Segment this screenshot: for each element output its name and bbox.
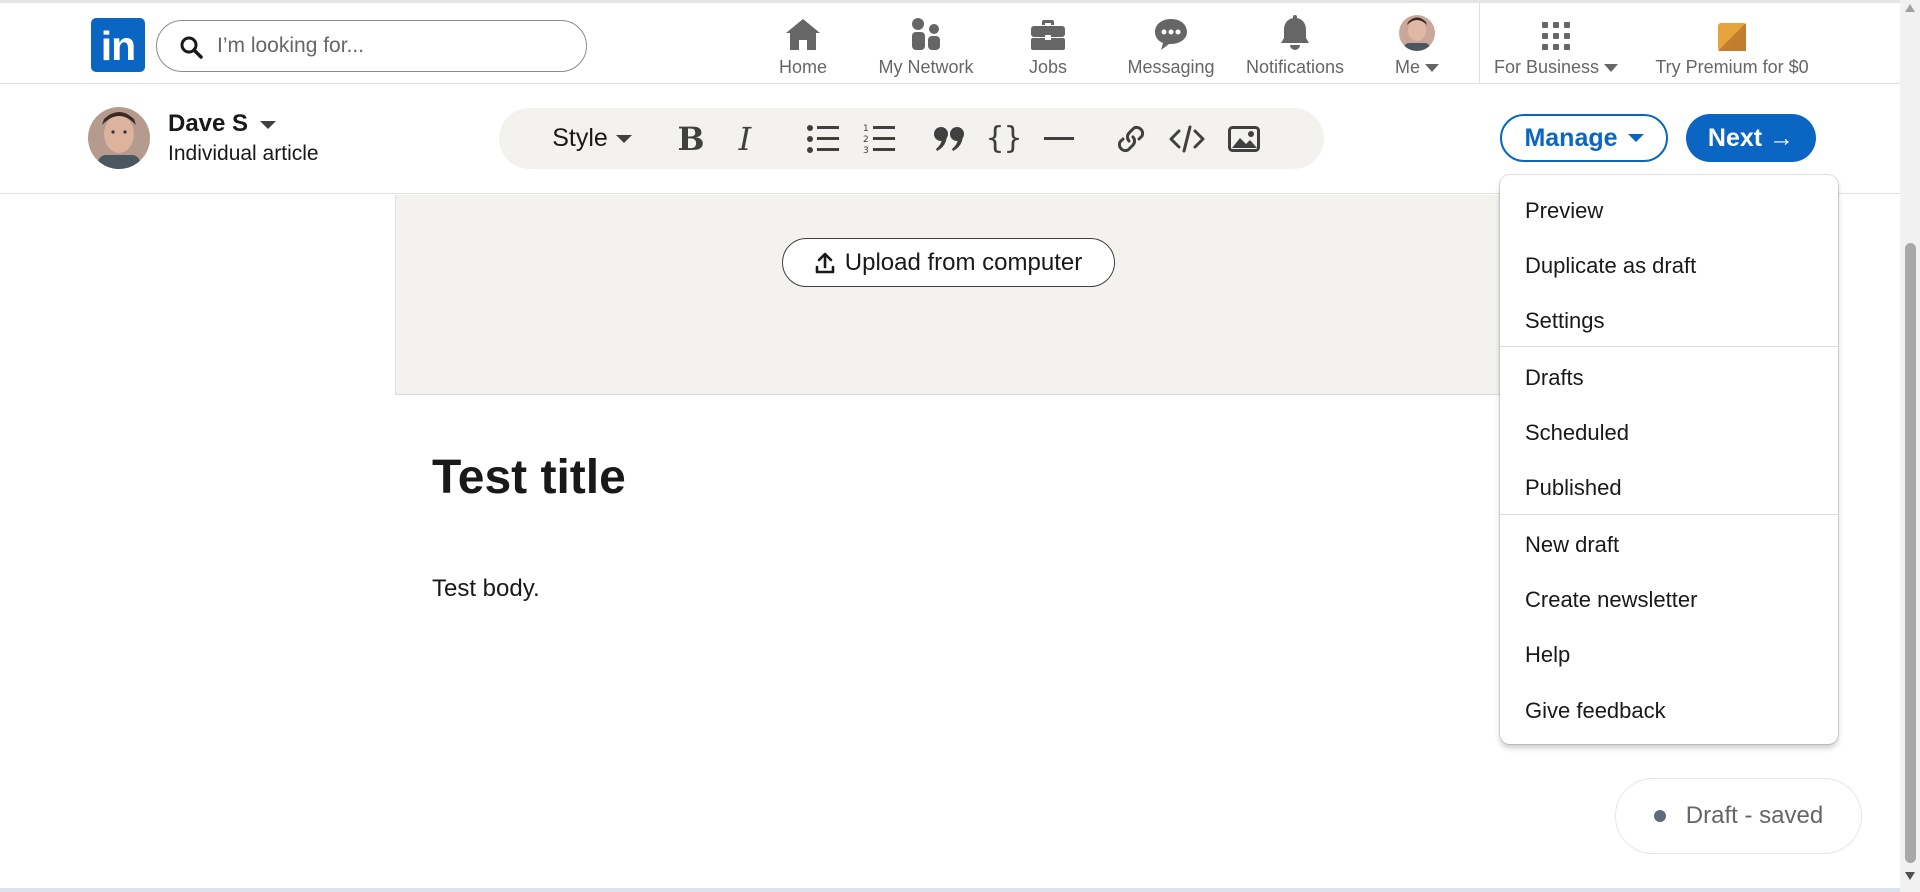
article-body[interactable]: Test body.	[432, 575, 540, 603]
nav-home[interactable]: Home	[768, 13, 838, 77]
window-bottom-edge	[0, 888, 1900, 892]
menu-item-drafts[interactable]: Drafts	[1525, 365, 1584, 391]
article-title[interactable]: Test title	[432, 450, 626, 505]
curly-braces-icon: {}	[985, 121, 1023, 156]
top-navigation-bar: in Home My Network Jobs Messaging Notifi…	[0, 0, 1900, 84]
search-icon	[180, 36, 203, 59]
quote-button[interactable]	[929, 108, 969, 169]
bulleted-list-button[interactable]	[803, 108, 843, 169]
menu-divider	[1500, 346, 1838, 347]
embed-code-button[interactable]	[1167, 108, 1207, 169]
menu-item-give-feedback[interactable]: Give feedback	[1525, 698, 1666, 724]
bold-icon: B	[677, 119, 705, 158]
nav-messaging-label: Messaging	[1127, 57, 1215, 77]
nav-notifications-label: Notifications	[1245, 57, 1345, 77]
nav-my-network[interactable]: My Network	[872, 13, 980, 77]
style-label: Style	[552, 124, 608, 152]
code-icon	[1169, 125, 1205, 152]
manage-button[interactable]: Manage	[1500, 114, 1668, 162]
home-icon	[786, 19, 820, 50]
chevron-down-icon	[1627, 134, 1644, 142]
page-scrollbar[interactable]	[1900, 0, 1920, 892]
people-icon	[912, 18, 940, 50]
linkedin-logo[interactable]: in	[91, 18, 145, 72]
nav-home-label: Home	[778, 57, 827, 77]
upload-label: Upload from computer	[844, 248, 1083, 276]
insert-image-button[interactable]	[1224, 108, 1264, 169]
search-input[interactable]	[217, 31, 567, 61]
grid-icon	[1542, 22, 1570, 50]
menu-item-help[interactable]: Help	[1525, 642, 1570, 668]
cover-image-area	[395, 195, 1555, 395]
article-type-label: Individual article	[168, 142, 319, 165]
search-box[interactable]	[156, 20, 587, 72]
nav-jobs[interactable]: Jobs	[1012, 13, 1084, 77]
me-avatar	[1399, 15, 1435, 51]
nav-me-label: Me	[1388, 57, 1446, 78]
scrollbar-thumb[interactable]	[1905, 243, 1916, 863]
author-avatar	[88, 107, 150, 169]
menu-item-create-newsletter[interactable]: Create newsletter	[1525, 587, 1697, 613]
nav-notifications[interactable]: Notifications	[1240, 13, 1350, 77]
manage-label: Manage	[1524, 123, 1618, 152]
menu-item-published[interactable]: Published	[1525, 475, 1622, 501]
style-dropdown[interactable]: Style	[547, 108, 637, 169]
bold-button[interactable]: B	[671, 108, 711, 169]
nav-try-premium[interactable]: Try Premium for $0	[1648, 13, 1816, 77]
author-name[interactable]: Dave S	[168, 110, 248, 138]
bell-icon	[1281, 15, 1309, 50]
italic-button[interactable]: I	[725, 108, 765, 169]
numbered-list-icon: 123	[863, 124, 895, 155]
svg-text:1: 1	[863, 124, 869, 134]
menu-item-new-draft[interactable]: New draft	[1525, 532, 1619, 558]
bulleted-list-icon	[807, 124, 839, 153]
numbered-list-button[interactable]: 123	[859, 108, 899, 169]
briefcase-icon	[1031, 20, 1065, 50]
next-label: Next →	[1707, 123, 1795, 152]
chevron-down-icon	[1425, 64, 1440, 72]
nav-messaging[interactable]: Messaging	[1120, 13, 1222, 77]
nav-try-premium-label: Try Premium for $0	[1655, 57, 1809, 77]
manage-dropdown-menu: Preview Duplicate as draft Settings Draf…	[1500, 175, 1838, 744]
link-button[interactable]	[1111, 108, 1151, 169]
draft-status-indicator: Draft - saved	[1615, 778, 1862, 854]
messaging-icon	[1155, 19, 1187, 50]
chevron-down-icon	[615, 134, 632, 143]
svg-text:2: 2	[863, 135, 869, 145]
nav-jobs-label: Jobs	[1028, 57, 1068, 77]
scroll-up-arrow-icon[interactable]	[1905, 4, 1915, 12]
premium-icon	[1718, 23, 1746, 51]
menu-item-preview[interactable]: Preview	[1525, 198, 1603, 224]
author-chevron-down-icon[interactable]	[260, 120, 276, 130]
italic-icon: I	[738, 119, 752, 158]
nav-me[interactable]: Me	[1388, 13, 1446, 77]
menu-item-duplicate-as-draft[interactable]: Duplicate as draft	[1525, 253, 1696, 279]
code-block-button[interactable]: {}	[984, 108, 1024, 169]
nav-my-network-label: My Network	[878, 57, 974, 77]
menu-item-scheduled[interactable]: Scheduled	[1525, 420, 1629, 446]
chevron-down-icon	[1604, 64, 1619, 72]
draft-status-label: Draft - saved	[1685, 802, 1824, 829]
image-icon	[1228, 125, 1260, 152]
next-button[interactable]: Next →	[1686, 114, 1816, 162]
menu-divider	[1500, 514, 1838, 515]
link-icon	[1117, 125, 1145, 152]
divider-button[interactable]	[1039, 108, 1079, 169]
nav-for-business[interactable]: For Business	[1492, 13, 1620, 77]
upload-icon	[815, 252, 835, 273]
formatting-toolbar: Style B I 123 {}	[499, 108, 1324, 169]
status-dot-icon	[1653, 810, 1666, 822]
scroll-down-arrow-icon[interactable]	[1905, 872, 1915, 880]
upload-from-computer-button[interactable]: Upload from computer	[782, 238, 1115, 287]
svg-text:3: 3	[863, 146, 869, 155]
nav-divider	[1479, 3, 1480, 83]
menu-item-settings[interactable]: Settings	[1525, 308, 1605, 334]
horizontal-rule-icon	[1044, 136, 1074, 140]
quote-icon	[934, 126, 964, 151]
nav-for-business-label: For Business	[1492, 57, 1620, 78]
